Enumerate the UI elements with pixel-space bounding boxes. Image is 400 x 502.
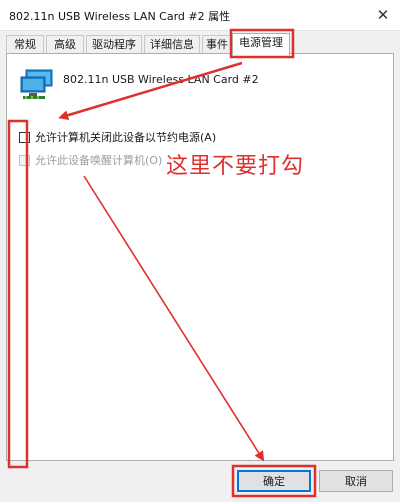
tab-general[interactable]: 常规 [6,35,44,53]
allow-power-off-label: 允许计算机关闭此设备以节约电源(A) [35,131,217,144]
allow-power-off-option[interactable]: 允许计算机关闭此设备以节约电源(A) [19,129,216,145]
tab-events[interactable]: 事件 [202,35,232,53]
window-title: 802.11n USB Wireless LAN Card #2 属性 [9,10,231,23]
tab-driver[interactable]: 驱动程序 [86,35,142,53]
tab-bar: 常规 高级 驱动程序 详细信息 事件 电源管理 [6,33,396,55]
tab-advanced[interactable]: 高级 [46,35,84,53]
close-button[interactable]: ✕ [366,0,400,30]
allow-wake-option: 允许此设备唤醒计算机(O) [19,152,162,168]
ok-button[interactable]: 确定 [237,470,311,492]
allow-power-off-checkbox[interactable] [19,131,30,143]
network-adapter-icon [20,69,53,99]
annotation-text: 这里不要打勾 [166,154,305,179]
tab-power-management[interactable]: 电源管理 [232,33,290,55]
device-name: 802.11n USB Wireless LAN Card #2 [63,73,259,86]
cancel-button[interactable]: 取消 [319,470,393,492]
tab-details[interactable]: 详细信息 [144,35,200,53]
title-bar: 802.11n USB Wireless LAN Card #2 属性 ✕ [0,0,400,31]
tab-panel-power-management: 802.11n USB Wireless LAN Card #2 允许计算机关闭… [6,53,394,461]
allow-wake-checkbox [19,154,30,166]
close-icon: ✕ [376,6,390,24]
allow-wake-label: 允许此设备唤醒计算机(O) [35,154,163,167]
